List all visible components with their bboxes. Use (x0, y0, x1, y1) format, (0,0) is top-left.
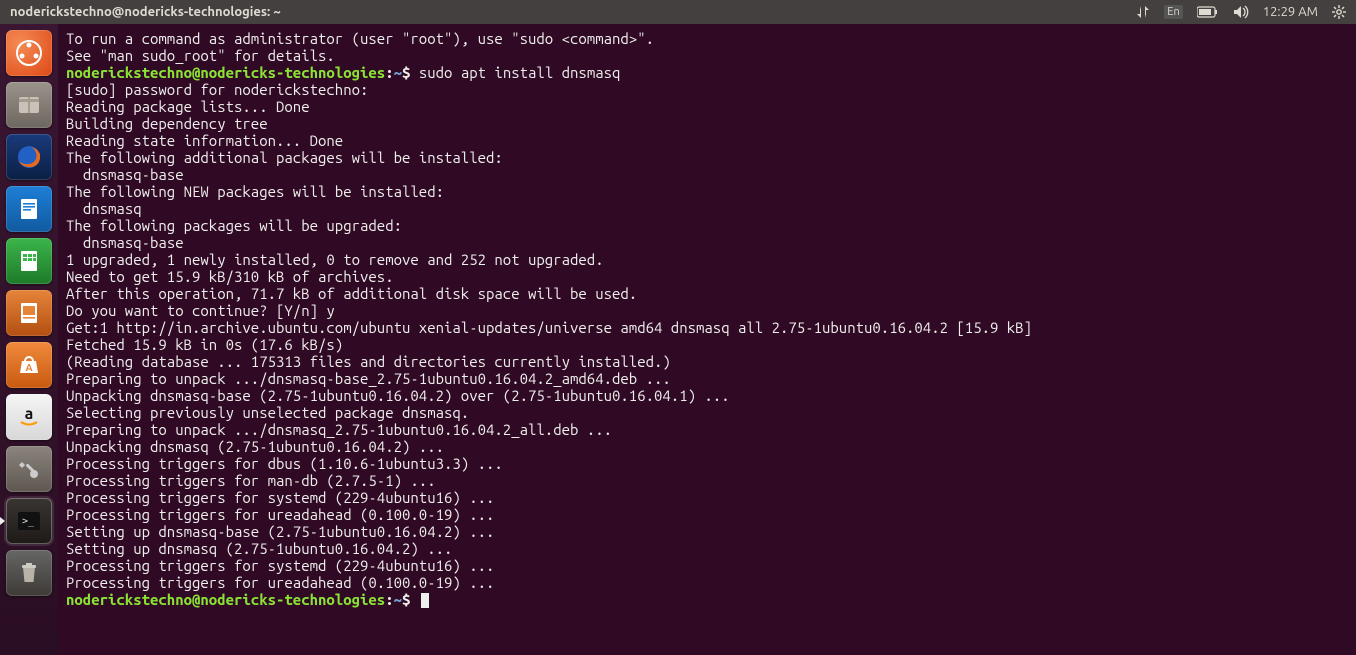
clock[interactable]: 12:29 AM (1263, 5, 1318, 19)
terminal-line: Get:1 http://in.archive.ubuntu.com/ubunt… (66, 319, 1348, 336)
prompt-user-host: noderickstechno@nodericks-technologies (66, 591, 385, 608)
svg-text:a: a (25, 405, 34, 423)
running-indicator-icon (0, 517, 5, 525)
terminal-line: dnsmasq (66, 200, 1348, 217)
prompt-symbol: $ (402, 591, 410, 608)
terminal-line: Preparing to unpack .../dnsmasq_2.75-1ub… (66, 421, 1348, 438)
network-icon[interactable] (1136, 5, 1150, 19)
terminal-line: Processing triggers for man-db (2.7.5-1)… (66, 472, 1348, 489)
system-settings-icon[interactable] (6, 446, 52, 492)
terminal-prompt-line: noderickstechno@nodericks-technologies:~… (66, 64, 1348, 81)
trash-icon[interactable] (6, 550, 52, 596)
terminal-line: [sudo] password for noderickstechno: (66, 81, 1348, 98)
dash-icon[interactable] (6, 30, 52, 76)
terminal-line: Need to get 15.9 kB/310 kB of archives. (66, 268, 1348, 285)
prompt-user-host: noderickstechno@nodericks-technologies (66, 64, 385, 81)
svg-text:>_: >_ (22, 516, 35, 527)
terminal-line: Processing triggers for dbus (1.10.6-1ub… (66, 455, 1348, 472)
terminal-line: Preparing to unpack .../dnsmasq-base_2.7… (66, 370, 1348, 387)
terminal-line: Unpacking dnsmasq (2.75-1ubuntu0.16.04.2… (66, 438, 1348, 455)
prompt-colon: : (385, 64, 393, 81)
terminal-line: Processing triggers for ureadahead (0.10… (66, 574, 1348, 591)
calc-icon[interactable] (6, 238, 52, 284)
impress-icon[interactable] (6, 290, 52, 336)
files-icon[interactable] (6, 82, 52, 128)
terminal-line: Do you want to continue? [Y/n] y (66, 302, 1348, 319)
terminal-line: Building dependency tree (66, 115, 1348, 132)
terminal-line: Unpacking dnsmasq-base (2.75-1ubuntu0.16… (66, 387, 1348, 404)
terminal-line: dnsmasq-base (66, 234, 1348, 251)
terminal-line: dnsmasq-base (66, 166, 1348, 183)
prompt-path: ~ (394, 64, 402, 81)
prompt-symbol: $ (402, 64, 410, 81)
firefox-icon[interactable] (6, 134, 52, 180)
svg-text:A: A (25, 362, 32, 373)
window-title: noderickstechno@nodericks-technologies: … (0, 5, 1136, 19)
terminal-line: To run a command as administrator (user … (66, 30, 1348, 47)
terminal-line: See "man sudo_root" for details. (66, 47, 1348, 64)
terminal-line: Selecting previously unselected package … (66, 404, 1348, 421)
terminal-line: Setting up dnsmasq-base (2.75-1ubuntu0.1… (66, 523, 1348, 540)
terminal-command: sudo apt install dnsmasq (419, 64, 621, 81)
terminal-icon[interactable]: >_ (6, 498, 52, 544)
gear-icon[interactable] (1332, 5, 1346, 19)
terminal-line: The following additional packages will b… (66, 149, 1348, 166)
battery-icon[interactable] (1197, 6, 1219, 18)
top-menubar: noderickstechno@nodericks-technologies: … (0, 0, 1356, 24)
prompt-colon: : (385, 591, 393, 608)
terminal-line: After this operation, 71.7 kB of additio… (66, 285, 1348, 302)
terminal-line: Setting up dnsmasq (2.75-1ubuntu0.16.04.… (66, 540, 1348, 557)
unity-launcher: A a >_ (0, 24, 58, 655)
keyboard-layout-indicator[interactable]: En (1164, 5, 1182, 19)
sound-icon[interactable] (1233, 5, 1249, 19)
terminal-output[interactable]: To run a command as administrator (user … (58, 24, 1356, 655)
cursor-icon (421, 593, 429, 608)
terminal-line: Processing triggers for systemd (229-4ub… (66, 489, 1348, 506)
ubuntu-software-icon[interactable]: A (6, 342, 52, 388)
terminal-line: Fetched 15.9 kB in 0s (17.6 kB/s) (66, 336, 1348, 353)
workspace: A a >_ To run a command as administrator… (0, 24, 1356, 655)
terminal-line: Reading package lists... Done (66, 98, 1348, 115)
terminal-line: Reading state information... Done (66, 132, 1348, 149)
terminal-prompt-line: noderickstechno@nodericks-technologies:~… (66, 591, 1348, 608)
terminal-line: The following packages will be upgraded: (66, 217, 1348, 234)
prompt-path: ~ (394, 591, 402, 608)
system-tray: En 12:29 AM (1136, 5, 1356, 19)
terminal-line: Processing triggers for systemd (229-4ub… (66, 557, 1348, 574)
terminal-line: Processing triggers for ureadahead (0.10… (66, 506, 1348, 523)
writer-icon[interactable] (6, 186, 52, 232)
terminal-line: (Reading database ... 175313 files and d… (66, 353, 1348, 370)
amazon-icon[interactable]: a (6, 394, 52, 440)
terminal-line: 1 upgraded, 1 newly installed, 0 to remo… (66, 251, 1348, 268)
terminal-line: The following NEW packages will be insta… (66, 183, 1348, 200)
